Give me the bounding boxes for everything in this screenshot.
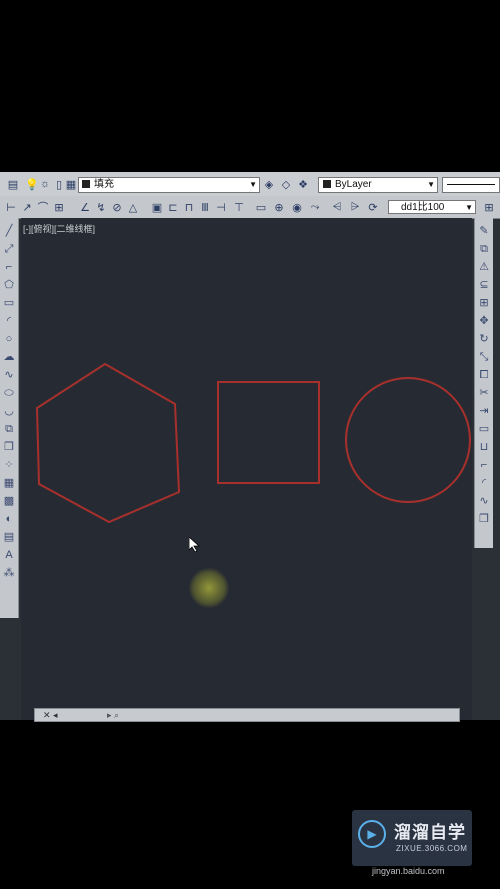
quick-dim-icon[interactable]: ▣ [150, 200, 164, 214]
inspect-icon[interactable]: ◉ [290, 200, 304, 214]
hexagon-shape[interactable] [35, 362, 181, 524]
layer-color-swatch [82, 180, 90, 188]
extend-icon[interactable]: ⇥ [477, 404, 491, 418]
draw-toolbar: ╱ ⤢ ⌐ ⬠ ▭ ◜ ○ ☁ ∿ ⬭ ◡ ⧉ ❒ ⁘ ▦ ▩ ◐ ▤ A ⁂ [0, 218, 19, 618]
watermark-logo: ▶ 溜溜自学 ZIXUE.3066.COM [352, 810, 472, 866]
construction-line-icon[interactable]: ⤢ [2, 242, 16, 256]
angular-dim-icon[interactable]: △ [126, 200, 140, 214]
break-icon[interactable]: ▭ [477, 422, 491, 436]
dimension-toolbar: ⊢ ↗ ⌒ ⊞ ∠ ↯ ⊘ △ ▣ ⊏ ⊓ Ⅲ ⊣ ⊤ ▭ ⊕ ◉ ⤳ ⩤ ⩥ … [0, 196, 500, 219]
linear-dim-icon[interactable]: ⊢ [4, 200, 18, 214]
square-shape[interactable] [217, 381, 320, 484]
chevron-down-icon: ▼ [465, 203, 473, 212]
rotate-icon[interactable]: ↻ [477, 332, 491, 346]
fillet-icon[interactable]: ◜ [477, 476, 491, 490]
circle-icon[interactable]: ○ [2, 332, 16, 346]
radius-dim-icon[interactable]: ∠ [78, 200, 92, 214]
linetype-preview [447, 184, 495, 185]
table-icon[interactable]: ▤ [2, 530, 16, 544]
dim-style-dropdown[interactable]: dd1比100 ▼ [388, 200, 476, 214]
color-value: ByLayer [335, 179, 372, 190]
baseline-dim-icon[interactable]: ⊏ [166, 200, 180, 214]
ellipse-arc-icon[interactable]: ◡ [2, 404, 16, 418]
play-icon: ▶ [358, 820, 386, 848]
layers-toolbar: ▤ 💡 ☼ ▯ ▦ 填充 ▼ ◈ ◇ ❖ ByLayer ▼ [0, 172, 500, 197]
color-swatch [323, 180, 331, 188]
region-icon[interactable]: ◐ [2, 512, 16, 526]
arc-icon[interactable]: ◜ [2, 314, 16, 328]
continue-dim-icon[interactable]: ⊓ [182, 200, 196, 214]
blend-curves-icon[interactable]: ∿ [477, 494, 491, 508]
insert-block-icon[interactable]: ⧉ [2, 422, 16, 436]
gradient-icon[interactable]: ▩ [2, 494, 16, 508]
polygon-icon[interactable]: ⬠ [2, 278, 16, 292]
dim-text-edit-icon[interactable]: ⩥ [348, 200, 362, 214]
cursor-highlight [189, 568, 229, 608]
tolerance-icon[interactable]: ⊤ [232, 200, 246, 214]
copy-icon[interactable]: ⧉ [477, 242, 491, 256]
mirror-icon[interactable]: ⚠ [477, 260, 491, 274]
dim-style-value: dd1比100 [401, 202, 445, 213]
drawing-svg [35, 362, 471, 524]
modify-toolbar: ✎ ⧉ ⚠ ⊆ ⊞ ✥ ↻ ⤡ ⧠ ✂ ⇥ ▭ ⊔ ⌐ ◜ ∿ ❐ [474, 218, 493, 548]
array-icon[interactable]: ⊞ [477, 296, 491, 310]
make-current-layer-icon[interactable]: ◈ [262, 177, 276, 191]
chevron-down-icon: ▼ [427, 180, 435, 189]
dim-update-icon[interactable]: ⟳ [366, 200, 380, 214]
watermark-name: 溜溜自学 [394, 823, 466, 842]
drawing-canvas[interactable]: [-][俯视][二维线框] [21, 218, 472, 720]
close-icon[interactable]: ✕ ◂ [43, 709, 58, 721]
center-mark-icon[interactable]: ⊕ [272, 200, 286, 214]
layer-color-icon[interactable]: ▦ [64, 177, 78, 191]
rectangle-icon[interactable]: ▭ [2, 296, 16, 310]
autocad-window: ▤ 💡 ☼ ▯ ▦ 填充 ▼ ◈ ◇ ❖ ByLayer ▼ ⊢ ↗ ⌒ ⊞ ∠… [0, 172, 500, 722]
color-dropdown[interactable]: ByLayer ▼ [318, 177, 438, 193]
layer-previous-icon[interactable]: ◇ [279, 177, 293, 191]
layer-name: 填充 [94, 179, 114, 190]
make-block-icon[interactable]: ❒ [2, 440, 16, 454]
explode-icon[interactable]: ❐ [477, 512, 491, 526]
mouse-pointer-icon [189, 537, 201, 553]
trim-icon[interactable]: ✂ [477, 386, 491, 400]
dim-style-icon[interactable]: ⊞ [482, 200, 496, 214]
ordinate-dim-icon[interactable]: ⊞ [52, 200, 66, 214]
linetype-dropdown[interactable] [442, 177, 500, 193]
layer-on-icon[interactable]: 💡 [25, 177, 39, 191]
line-icon[interactable]: ╱ [2, 224, 16, 238]
aligned-dim-icon[interactable]: ↗ [20, 200, 34, 214]
polyline-icon[interactable]: ⌐ [2, 260, 16, 274]
dim-space-icon[interactable]: Ⅲ [198, 200, 212, 214]
layer-freeze-icon[interactable]: ☼ [38, 177, 52, 191]
stretch-icon[interactable]: ⧠ [477, 368, 491, 382]
jogged-linear-icon[interactable]: ⤳ [308, 200, 322, 214]
move-icon[interactable]: ✥ [477, 314, 491, 328]
layer-states-icon[interactable]: ❖ [296, 177, 310, 191]
watermark-sub: ZIXUE.3066.COM [396, 844, 468, 853]
layer-manager-icon[interactable]: ▤ [6, 177, 20, 191]
chamfer-icon[interactable]: ⌐ [477, 458, 491, 472]
spline-icon[interactable]: ∿ [2, 368, 16, 382]
scale-icon[interactable]: ⤡ [477, 350, 491, 364]
chevron-down-icon: ▼ [249, 180, 257, 189]
dim-break-icon[interactable]: ⊣ [214, 200, 228, 214]
dim-edit-icon[interactable]: ⩤ [330, 200, 344, 214]
multiline-text-icon[interactable]: A [2, 548, 16, 562]
hatch-icon[interactable]: ▦ [2, 476, 16, 490]
join-icon[interactable]: ⊔ [477, 440, 491, 454]
layer-dropdown[interactable]: 填充 ▼ [78, 177, 260, 193]
revision-cloud-icon[interactable]: ☁ [2, 350, 16, 364]
diameter-dim-icon[interactable]: ⊘ [110, 200, 124, 214]
circle-shape[interactable] [345, 377, 471, 503]
add-selected-icon[interactable]: ⁂ [2, 566, 16, 580]
arc-length-icon[interactable]: ⌒ [36, 200, 50, 214]
ellipse-icon[interactable]: ⬭ [2, 386, 16, 400]
footer-site: jingyan.baidu.com [372, 866, 445, 876]
offset-icon[interactable]: ⊆ [477, 278, 491, 292]
command-line[interactable]: ✕ ◂ ▸ ⌕ [34, 708, 460, 722]
command-input[interactable]: ▸ ⌕ [107, 709, 119, 721]
erase-icon[interactable]: ✎ [477, 224, 491, 238]
tolerance-frame-icon[interactable]: ▭ [254, 200, 268, 214]
jogged-dim-icon[interactable]: ↯ [94, 200, 108, 214]
point-icon[interactable]: ⁘ [2, 458, 16, 472]
